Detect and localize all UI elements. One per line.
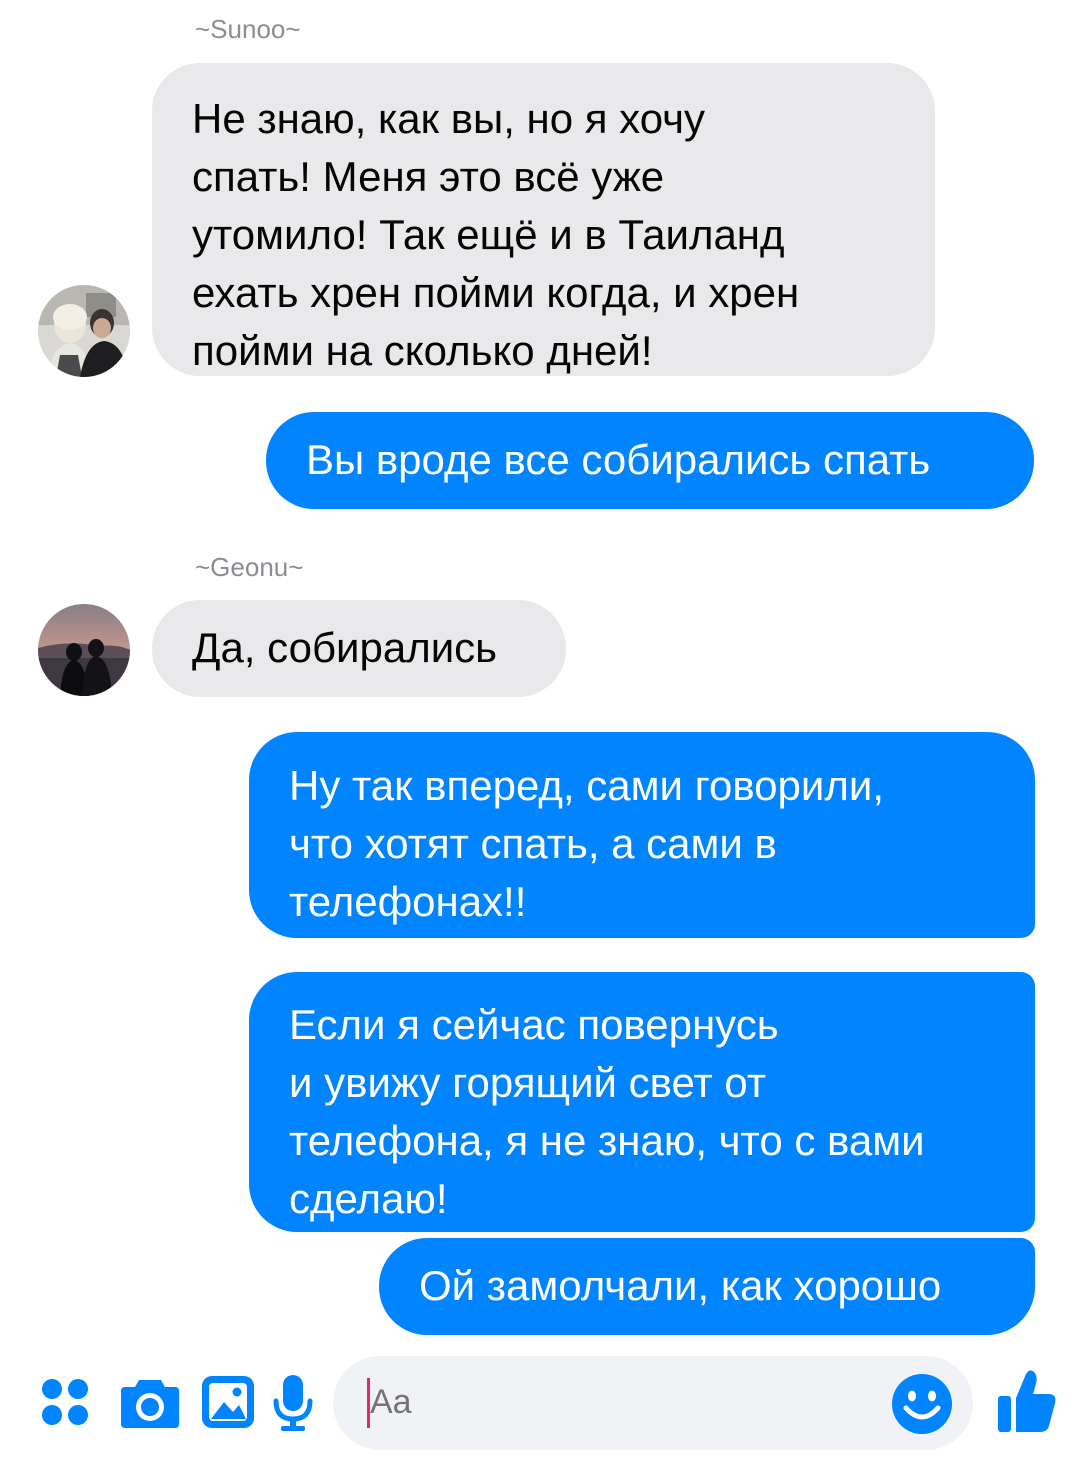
message-outgoing-1[interactable]: Вы вроде все собирались спать	[266, 412, 1034, 509]
sender-label-geonu: ~Geonu~	[195, 552, 304, 582]
gallery-icon[interactable]	[200, 1374, 256, 1430]
emoji-icon[interactable]	[890, 1372, 954, 1436]
camera-icon[interactable]	[119, 1374, 181, 1430]
avatar-sunoo[interactable]	[38, 285, 130, 377]
message-incoming-sunoo[interactable]: Не знаю, как вы, но я хочу спать! Меня э…	[152, 63, 935, 376]
avatar-geonu[interactable]	[38, 604, 130, 696]
message-outgoing-2[interactable]: Ну так вперед, сами говорили, что хотят …	[249, 732, 1035, 938]
avatar-photo-icon	[38, 604, 130, 696]
message-incoming-geonu[interactable]: Да, собирались	[152, 600, 566, 697]
message-outgoing-3[interactable]: Если я сейчас повернусь и увижу горящий …	[249, 972, 1035, 1232]
like-icon[interactable]	[996, 1368, 1058, 1434]
sender-label-sunoo: ~Sunoo~	[195, 14, 301, 44]
microphone-icon[interactable]	[272, 1373, 314, 1433]
message-input[interactable]	[370, 1380, 870, 1424]
message-outgoing-4[interactable]: Ой замолчали, как хорошо	[379, 1238, 1035, 1335]
avatar-photo-icon	[38, 285, 130, 377]
apps-icon[interactable]	[40, 1377, 90, 1427]
